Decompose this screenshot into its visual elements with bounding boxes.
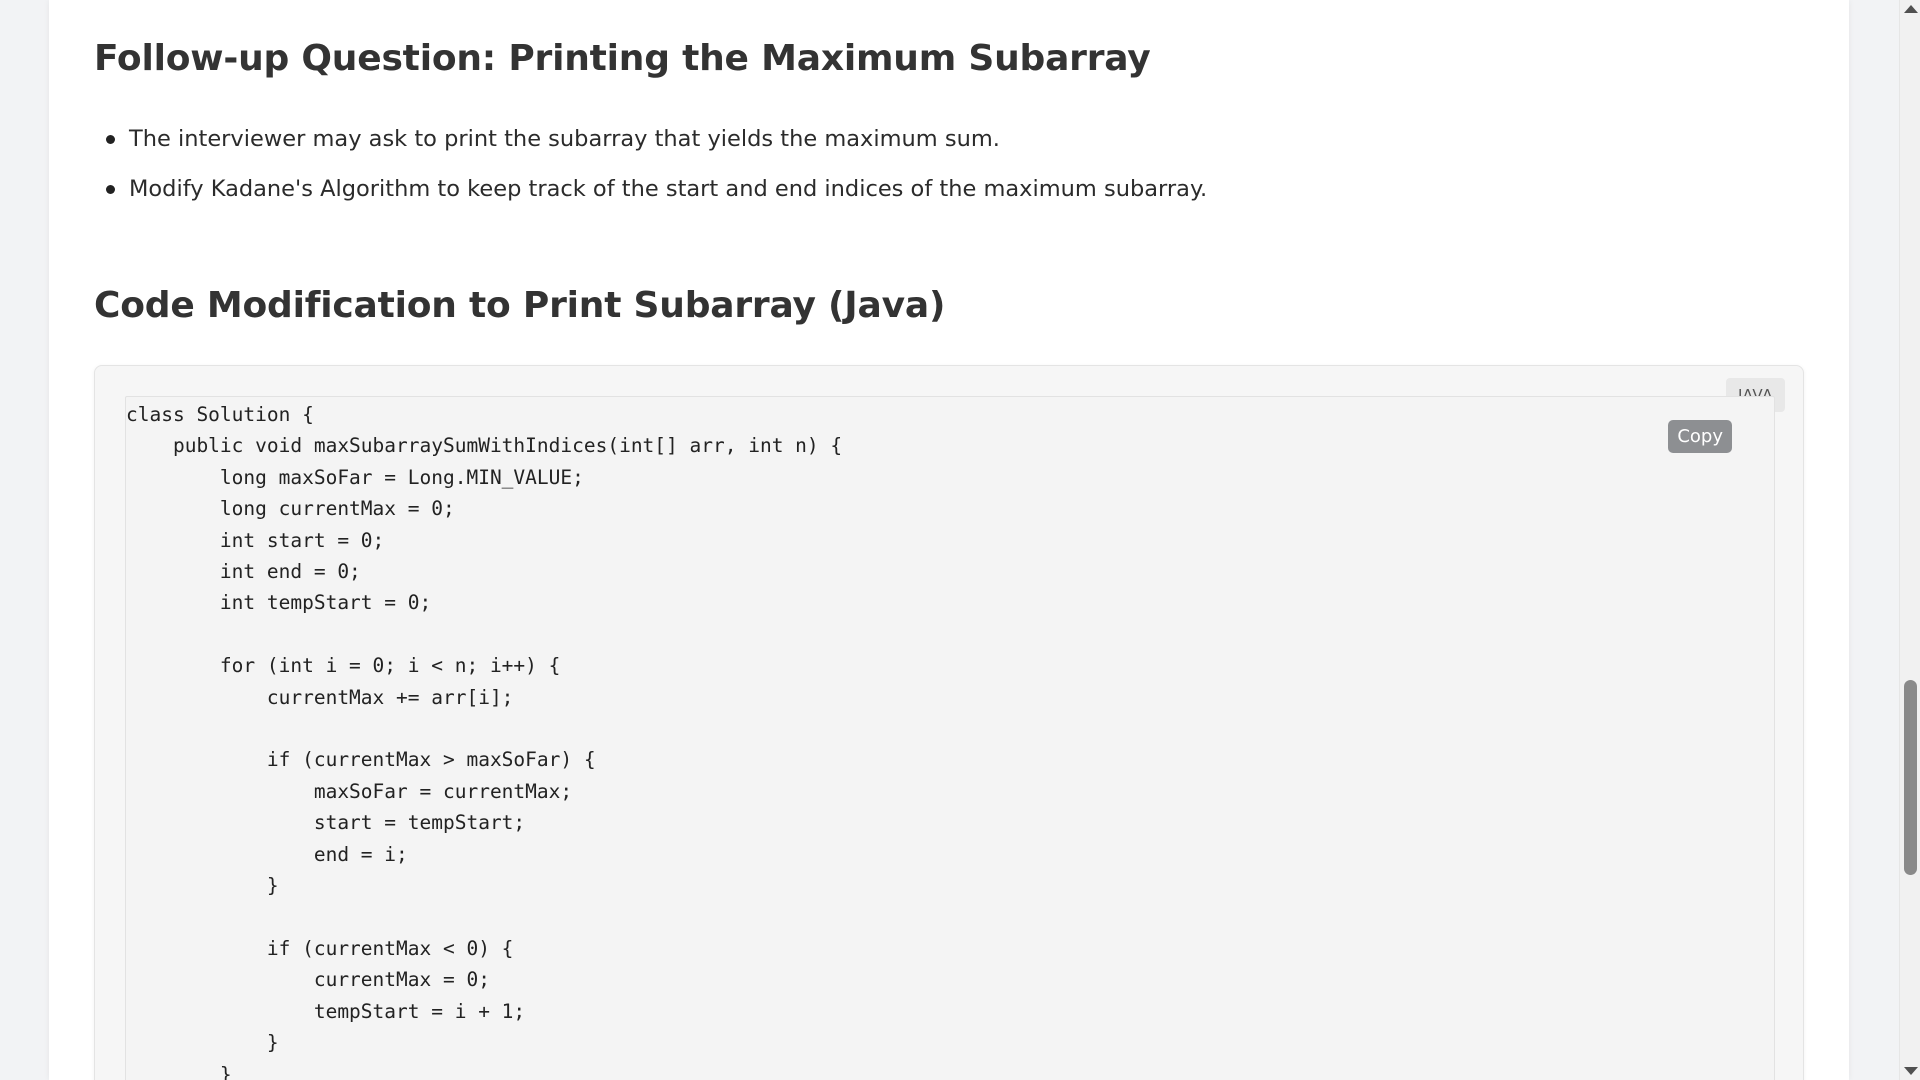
followup-bullet-list: The interviewer may ask to print the sub… [94, 120, 1207, 220]
bullet-text: The interviewer may ask to print the sub… [129, 126, 1000, 152]
followup-heading: Follow-up Question: Printing the Maximum… [94, 38, 1151, 79]
code-heading: Code Modification to Print Subarray (Jav… [94, 285, 946, 326]
scroll-up-arrow-icon[interactable] [1904, 5, 1918, 13]
page-viewport: Follow-up Question: Printing the Maximum… [0, 0, 1899, 1080]
code-text[interactable]: class Solution { public void maxSubarray… [126, 399, 842, 1080]
scrollbar-thumb[interactable] [1904, 680, 1917, 875]
bullet-dot-icon [106, 185, 115, 194]
list-item: The interviewer may ask to print the sub… [94, 120, 1207, 170]
copy-button[interactable]: Copy [1668, 420, 1732, 453]
code-area[interactable]: Copy class Solution { public void maxSub… [125, 396, 1775, 1080]
code-block: JAVA Copy class Solution { public void m… [94, 365, 1804, 1080]
vertical-scrollbar[interactable] [1899, 0, 1920, 1080]
bullet-text: Modify Kadane's Algorithm to keep track … [129, 176, 1208, 202]
bullet-dot-icon [106, 135, 115, 144]
scroll-down-arrow-icon[interactable] [1904, 1067, 1918, 1075]
list-item: Modify Kadane's Algorithm to keep track … [94, 170, 1207, 220]
article-content: Follow-up Question: Printing the Maximum… [49, 0, 1849, 1080]
